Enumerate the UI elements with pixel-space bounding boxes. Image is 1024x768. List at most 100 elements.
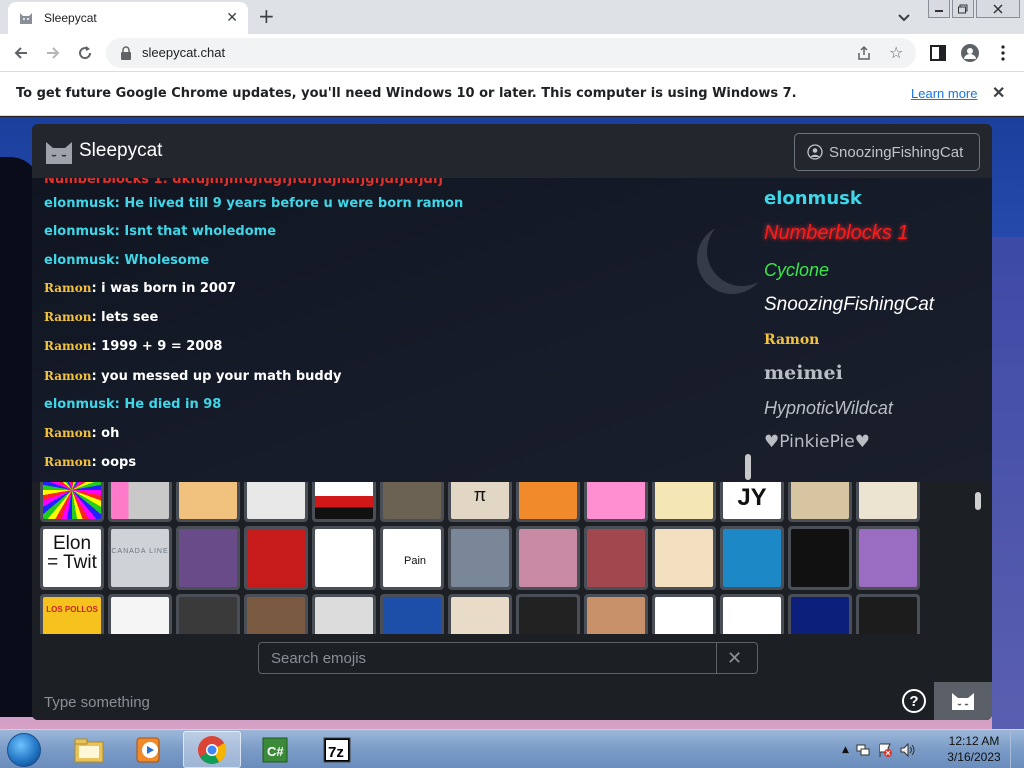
emoji-tile[interactable]: π	[448, 482, 512, 522]
emoji-tile[interactable]	[516, 526, 580, 590]
online-user[interactable]: meimei	[764, 362, 843, 384]
online-user[interactable]: HypnoticWildcat	[764, 398, 893, 419]
chat-scrollbar[interactable]	[745, 454, 751, 480]
network-icon[interactable]	[855, 742, 871, 758]
emoji-tile[interactable]: JY	[720, 482, 784, 522]
system-tray: ▲	[842, 740, 917, 760]
online-user[interactable]: SnoozingFishingCat	[764, 294, 934, 316]
emoji-tile[interactable]	[448, 526, 512, 590]
bookmark-star-icon[interactable]: ☆	[889, 43, 903, 62]
taskbar-csharp[interactable]: C#	[246, 731, 304, 768]
online-user[interactable]: ♥PinkiePie♥	[764, 432, 870, 452]
message-username[interactable]: elonmusk	[44, 224, 115, 239]
browser-tab[interactable]: Sleepycat ✕	[8, 2, 248, 34]
action-center-flag-icon[interactable]	[877, 742, 893, 758]
emoji-tile[interactable]	[652, 526, 716, 590]
search-clear-icon[interactable]: ✕	[727, 648, 742, 669]
tab-close-icon[interactable]: ✕	[226, 10, 238, 26]
emoji-tile[interactable]	[856, 482, 920, 522]
message-username[interactable]: Ramon	[44, 426, 91, 440]
side-panel-icon[interactable]	[928, 43, 948, 63]
taskbar-explorer[interactable]	[60, 731, 118, 768]
emoji-tile[interactable]	[448, 594, 512, 634]
start-button[interactable]	[4, 731, 44, 768]
emoji-tile[interactable]	[720, 526, 784, 590]
minimize-button[interactable]	[928, 0, 950, 18]
profile-avatar-icon[interactable]	[960, 43, 980, 63]
message-username[interactable]: elonmusk	[44, 196, 115, 211]
online-user[interactable]: Ramon	[764, 332, 819, 348]
user-icon	[807, 144, 823, 160]
new-tab-button[interactable]: +	[258, 6, 275, 26]
url-text[interactable]: sleepycat.chat	[142, 45, 225, 60]
emoji-tile[interactable]	[652, 594, 716, 634]
emoji-tile[interactable]	[244, 526, 308, 590]
address-bar[interactable]: sleepycat.chat ☆	[106, 38, 916, 68]
online-user[interactable]: Cyclone	[764, 260, 829, 281]
forward-button[interactable]	[42, 42, 64, 64]
emoji-tile[interactable]: Pain	[380, 526, 444, 590]
emoji-tile[interactable]	[108, 482, 172, 522]
emoji-tile[interactable]	[244, 594, 308, 634]
send-button[interactable]	[934, 682, 992, 720]
emoji-tile[interactable]	[244, 482, 308, 522]
user-account-button[interactable]: SnoozingFishingCat	[794, 133, 980, 171]
menu-kebab-icon[interactable]	[993, 43, 1013, 63]
show-desktop-button[interactable]	[1010, 730, 1024, 768]
emoji-tile[interactable]	[856, 594, 920, 634]
emoji-scrollbar[interactable]	[975, 492, 981, 510]
emoji-tile[interactable]	[516, 594, 580, 634]
emoji-tile[interactable]	[380, 482, 444, 522]
emoji-tile[interactable]	[40, 482, 104, 522]
taskbar-chrome[interactable]	[183, 731, 241, 768]
learn-more-link[interactable]: Learn more	[911, 86, 977, 101]
message-input[interactable]	[32, 688, 892, 716]
taskbar-7zip[interactable]: 7z	[308, 731, 366, 768]
message-username[interactable]: elonmusk	[44, 253, 115, 268]
emoji-tile[interactable]	[720, 594, 784, 634]
emoji-tile[interactable]	[312, 526, 376, 590]
online-user[interactable]: Numberblocks 1	[764, 222, 909, 245]
emoji-tile[interactable]	[652, 482, 716, 522]
emoji-tile[interactable]: Elon = Twit	[40, 526, 104, 590]
emoji-tile[interactable]	[108, 594, 172, 634]
emoji-tile[interactable]	[584, 594, 648, 634]
share-icon[interactable]	[856, 45, 872, 61]
restore-button[interactable]	[952, 0, 974, 18]
emoji-tile[interactable]	[516, 482, 580, 522]
sleepycat-app: Sleepycat SnoozingFishingCat Numberblock…	[32, 124, 992, 720]
message-username[interactable]: Ramon	[44, 369, 91, 383]
close-window-button[interactable]	[976, 0, 1020, 18]
emoji-tile[interactable]	[380, 594, 444, 634]
emoji-tile[interactable]	[584, 526, 648, 590]
back-button[interactable]	[10, 42, 32, 64]
emoji-tile[interactable]	[788, 594, 852, 634]
emoji-tile[interactable]	[312, 594, 376, 634]
emoji-tile[interactable]	[176, 594, 240, 634]
message-username[interactable]: Ramon	[44, 455, 91, 469]
tab-search-chevron-icon[interactable]	[896, 9, 912, 25]
emoji-tile[interactable]: LOS POLLOS	[40, 594, 104, 634]
message-username[interactable]: Ramon	[44, 281, 91, 295]
help-button[interactable]: ?	[902, 689, 926, 713]
emoji-tile[interactable]	[584, 482, 648, 522]
emoji-search-input[interactable]	[259, 643, 717, 673]
emoji-image	[179, 482, 237, 519]
emoji-tile[interactable]	[788, 526, 852, 590]
online-user[interactable]: elonmusk	[764, 188, 862, 209]
emoji-tile[interactable]	[788, 482, 852, 522]
message-username[interactable]: Ramon	[44, 310, 91, 324]
emoji-tile[interactable]	[312, 482, 376, 522]
emoji-tile[interactable]: CANADA LINE	[108, 526, 172, 590]
volume-icon[interactable]	[899, 742, 917, 758]
taskbar-clock[interactable]: 12:12 AM 3/16/2023	[944, 733, 1004, 765]
taskbar-media-player[interactable]	[120, 731, 178, 768]
infobar-close-icon[interactable]: ✕	[992, 83, 1005, 103]
emoji-tile[interactable]	[856, 526, 920, 590]
tray-expand-icon[interactable]: ▲	[842, 745, 849, 755]
message-username[interactable]: elonmusk	[44, 397, 115, 412]
emoji-tile[interactable]	[176, 526, 240, 590]
reload-button[interactable]	[74, 42, 96, 64]
emoji-tile[interactable]	[176, 482, 240, 522]
message-username[interactable]: Ramon	[44, 339, 91, 353]
